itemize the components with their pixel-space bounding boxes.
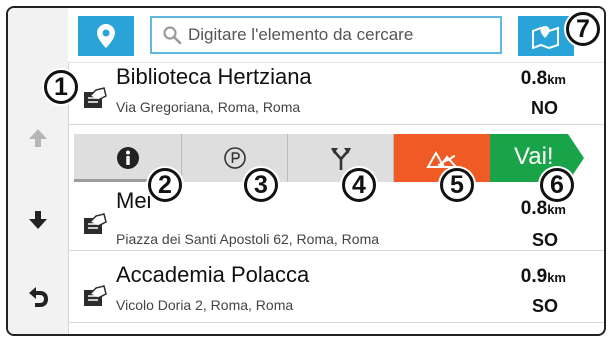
result-row[interactable]: Biblioteca Hertziana Via Gregoriana, Rom… [68,62,604,125]
callout-3: 3 [244,168,278,202]
back-icon [29,287,48,307]
fork-icon [330,148,351,170]
result-distance: 0.9km [520,266,566,287]
callout-6: 6 [540,168,574,202]
device-screen: Digitare l'elemento da cercare Bibliotec… [6,6,606,336]
callout-4: 4 [342,168,376,202]
search-input[interactable]: Digitare l'elemento da cercare [150,16,502,54]
library-icon [84,285,107,306]
result-address: Piazza dei Santi Apostoli 62, Roma, Roma [116,231,380,247]
result-name: Biblioteca Hertziana [116,64,312,89]
search-icon [163,26,182,45]
search-placeholder: Digitare l'elemento da cercare [188,25,414,44]
go-label: Vai! [514,143,554,170]
scroll-down-button[interactable] [8,198,68,242]
map-view-button[interactable] [518,16,574,56]
result-direction: SO [531,296,558,316]
map-view-icon [532,26,559,49]
scroll-up-button[interactable] [8,116,68,160]
arrow-up-icon [29,129,47,147]
route-icon [426,150,458,168]
library-icon [84,87,107,108]
result-direction: SO [531,230,558,250]
result-distance: 0.8km [520,68,566,89]
location-button[interactable] [78,16,134,56]
location-pin-icon [97,24,115,48]
result-direction: NO [531,98,558,118]
result-address: Via Gregoriana, Roma, Roma [116,99,301,115]
library-icon [84,213,107,234]
arrow-down-icon [29,211,47,229]
callout-7: 7 [566,12,600,46]
back-button[interactable] [8,276,68,320]
callout-1: 1 [44,70,78,104]
result-name: Accademia Polacca [116,262,310,287]
top-bar: Digitare l'elemento da cercare [68,8,604,63]
result-address: Vicolo Doria 2, Roma, Roma [116,297,294,313]
alternate-route-button[interactable] [288,134,394,182]
callout-5: 5 [440,168,474,202]
callout-2: 2 [148,168,182,202]
sidebar [8,8,69,334]
parking-icon [223,147,246,169]
info-icon [116,147,139,169]
result-row[interactable]: Accademia Polacca Vicolo Doria 2, Roma, … [68,260,604,323]
result-row[interactable]: Mei Piazza dei Santi Apostoli 62, Roma, … [68,188,604,251]
result-name: Mei [116,188,152,213]
